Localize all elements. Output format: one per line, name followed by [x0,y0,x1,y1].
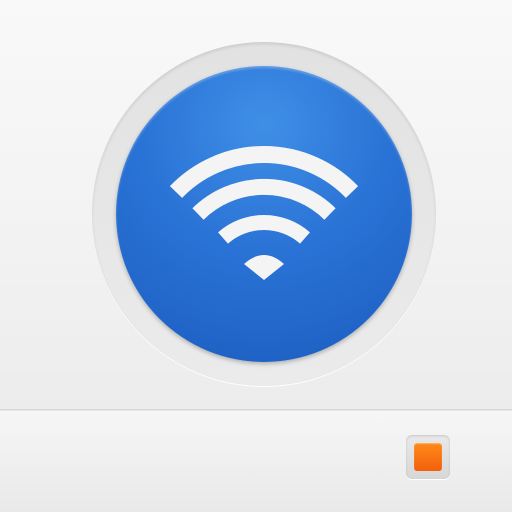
wifi-icon [169,146,359,280]
wifi-arc-middle [192,179,336,220]
wifi-device [0,0,512,512]
wifi-toggle-button[interactable] [116,66,412,362]
wifi-dot [244,255,284,280]
status-indicator [406,435,450,479]
wifi-arc-inner [218,215,310,244]
status-led [414,443,442,471]
